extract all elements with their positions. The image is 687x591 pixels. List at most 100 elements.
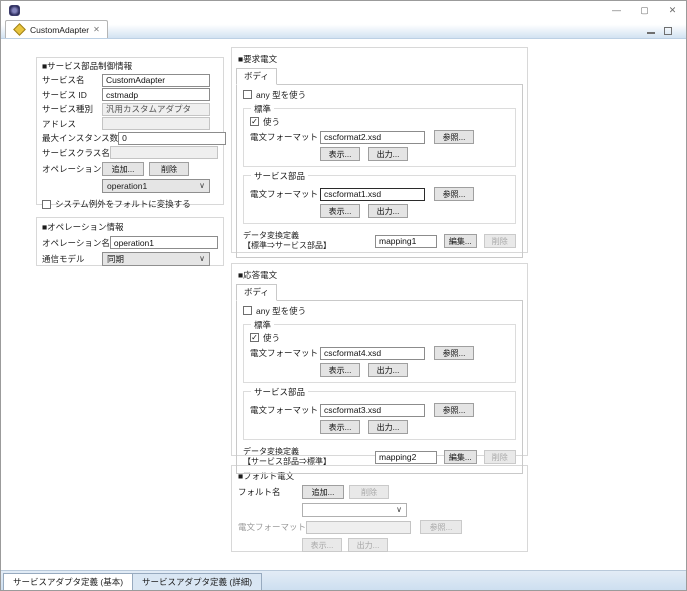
operation-row: オペレーション 追加... 削除 <box>42 162 218 176</box>
app-icon <box>9 5 20 16</box>
response-mapping-delete-button: 削除 <box>484 450 517 464</box>
request-standard-browse-button[interactable]: 参照... <box>434 130 474 144</box>
operation-name-label: オペレーション名 <box>42 237 110 249</box>
response-mapping-edit-button[interactable]: 編集... <box>444 450 477 464</box>
request-service-show-button[interactable]: 表示... <box>320 204 360 218</box>
request-any-type-label: any 型を使う <box>256 89 306 101</box>
response-standard-use-checkbox[interactable]: ✓ 使う <box>250 332 509 343</box>
operation-name-row: オペレーション名 <box>42 236 218 249</box>
request-mapping-edit-button[interactable]: 編集... <box>444 234 477 248</box>
fault-add-button[interactable]: 追加... <box>302 485 344 499</box>
operation-info-title: ■オペレーション情報 <box>42 221 218 233</box>
fault-format-input <box>306 521 411 534</box>
response-standard-browse-button[interactable]: 参照... <box>434 346 474 360</box>
request-standard-show-button[interactable]: 表示... <box>320 147 360 161</box>
request-service-group-label: サービス部品 <box>251 170 308 182</box>
max-instances-label: 最大インスタンス数 <box>42 132 118 144</box>
request-service-output-button[interactable]: 出力... <box>368 204 408 218</box>
chevron-down-icon: ∨ <box>396 508 402 511</box>
operation-label: オペレーション <box>42 163 102 175</box>
response-service-output-button[interactable]: 出力... <box>368 420 408 434</box>
service-name-input[interactable] <box>102 74 210 87</box>
fault-output-button: 出力... <box>348 538 388 552</box>
response-any-type-checkbox[interactable]: any 型を使う <box>243 305 516 316</box>
response-standard-format-input[interactable] <box>320 347 425 360</box>
convert-exception-checkbox[interactable]: システム例外をフォルトに変換する <box>42 198 218 210</box>
adapter-icon <box>13 23 26 36</box>
fault-show-button: 表示... <box>302 538 342 552</box>
checkbox-unchecked[interactable] <box>42 200 51 209</box>
request-body-tab[interactable]: ボディ <box>236 68 277 85</box>
operation-delete-button[interactable]: 削除 <box>149 162 189 176</box>
checkbox-checked[interactable]: ✓ <box>250 333 259 342</box>
comm-model-label: 通信モデル <box>42 253 102 265</box>
fault-name-select[interactable]: ∨ <box>302 503 407 517</box>
service-id-label: サービス ID <box>42 89 102 101</box>
tab-close-icon[interactable]: ✕ <box>93 25 100 34</box>
minimize-view-icon[interactable] <box>647 32 655 34</box>
request-mapping-input[interactable] <box>375 235 437 248</box>
address-label: アドレス <box>42 118 102 130</box>
operation-select-value: operation1 <box>107 181 147 191</box>
response-service-show-button[interactable]: 表示... <box>320 420 360 434</box>
request-mapping-row: データ変換定義 【標準⇒サービス部品】 編集... 削除 <box>243 231 516 251</box>
request-standard-group: 標準 ✓ 使う 電文フォーマット 参照... 表示... 出力... <box>243 108 516 167</box>
address-input <box>102 117 210 130</box>
checkbox-unchecked[interactable] <box>243 90 252 99</box>
app-window: — ▢ ✕ CustomAdapter ✕ ■サービス部品制御情報 サービス名 … <box>0 0 687 591</box>
response-mapping-input[interactable] <box>375 451 437 464</box>
request-standard-use-checkbox[interactable]: ✓ 使う <box>250 116 509 127</box>
response-standard-output-button[interactable]: 出力... <box>368 363 408 377</box>
response-service-group: サービス部品 電文フォーマット 参照... 表示... 出力... <box>243 391 516 440</box>
service-name-row: サービス名 <box>42 74 218 87</box>
request-standard-format-input[interactable] <box>320 131 425 144</box>
operation-info-panel: ■オペレーション情報 オペレーション名 通信モデル 同期 ∨ <box>36 217 224 266</box>
window-maximize-icon[interactable]: ▢ <box>639 6 650 15</box>
service-control-panel-title: ■サービス部品制御情報 <box>42 60 218 72</box>
request-service-format-input[interactable] <box>320 188 425 201</box>
max-instances-input[interactable] <box>118 132 226 145</box>
response-standard-show-button[interactable]: 表示... <box>320 363 360 377</box>
tab-service-adapter-basic[interactable]: サービスアダプタ定義 (基本) <box>3 573 133 590</box>
fault-name-label: フォルト名 <box>238 486 302 498</box>
request-standard-format-label: 電文フォーマット <box>250 131 320 143</box>
response-body-tab[interactable]: ボディ <box>236 284 277 301</box>
request-standard-output-button[interactable]: 出力... <box>368 147 408 161</box>
response-service-group-label: サービス部品 <box>251 386 308 398</box>
response-mapping-label: データ変換定義 【サービス部品⇒標準】 <box>243 447 375 467</box>
address-row: アドレス <box>42 117 218 130</box>
response-service-browse-button[interactable]: 参照... <box>434 403 474 417</box>
fault-delete-button: 削除 <box>349 485 389 499</box>
service-id-input[interactable] <box>102 88 210 101</box>
request-service-format-label: 電文フォーマット <box>250 188 320 200</box>
editor-tab-customadapter[interactable]: CustomAdapter ✕ <box>5 20 108 38</box>
window-minimize-icon[interactable]: — <box>611 6 622 15</box>
operation-name-input[interactable] <box>110 236 218 249</box>
fault-format-row: 電文フォーマット 参照... <box>238 520 521 534</box>
operation-select[interactable]: operation1 ∨ <box>102 179 210 193</box>
bottom-tab-bar: サービスアダプタ定義 (基本) サービスアダプタ定義 (詳細) <box>1 570 686 590</box>
response-standard-use-label: 使う <box>263 332 280 344</box>
response-mapping-row: データ変換定義 【サービス部品⇒標準】 編集... 削除 <box>243 447 516 467</box>
request-service-group: サービス部品 電文フォーマット 参照... 表示... 出力... <box>243 175 516 224</box>
response-message-panel: ■応答電文 ボディ any 型を使う 標準 ✓ 使う 電文フォーマット 参照..… <box>231 263 528 456</box>
checkbox-checked[interactable]: ✓ <box>250 117 259 126</box>
tab-service-adapter-detail[interactable]: サービスアダプタ定義 (詳細) <box>133 573 262 590</box>
service-type-label: サービス種別 <box>42 103 102 115</box>
checkbox-unchecked[interactable] <box>243 306 252 315</box>
service-type-row: サービス種別 <box>42 103 218 116</box>
maximize-view-icon[interactable] <box>664 27 672 35</box>
max-instances-row: 最大インスタンス数 <box>42 132 218 145</box>
fault-message-panel: ■フォルト電文 フォルト名 追加... 削除 ∨ 電文フォーマット 参照... … <box>231 465 528 552</box>
fault-name-row: フォルト名 追加... 削除 <box>238 485 521 499</box>
window-close-icon[interactable]: ✕ <box>667 6 678 15</box>
comm-model-select[interactable]: 同期 ∨ <box>102 252 210 266</box>
response-service-format-input[interactable] <box>320 404 425 417</box>
request-service-browse-button[interactable]: 参照... <box>434 187 474 201</box>
request-mapping-delete-button: 削除 <box>484 234 517 248</box>
response-standard-group-label: 標準 <box>251 319 274 331</box>
convert-exception-label: システム例外をフォルトに変換する <box>55 198 191 210</box>
request-any-type-checkbox[interactable]: any 型を使う <box>243 89 516 100</box>
response-body-content: any 型を使う 標準 ✓ 使う 電文フォーマット 参照... 表示... 出力… <box>236 300 523 474</box>
operation-add-button[interactable]: 追加... <box>102 162 144 176</box>
